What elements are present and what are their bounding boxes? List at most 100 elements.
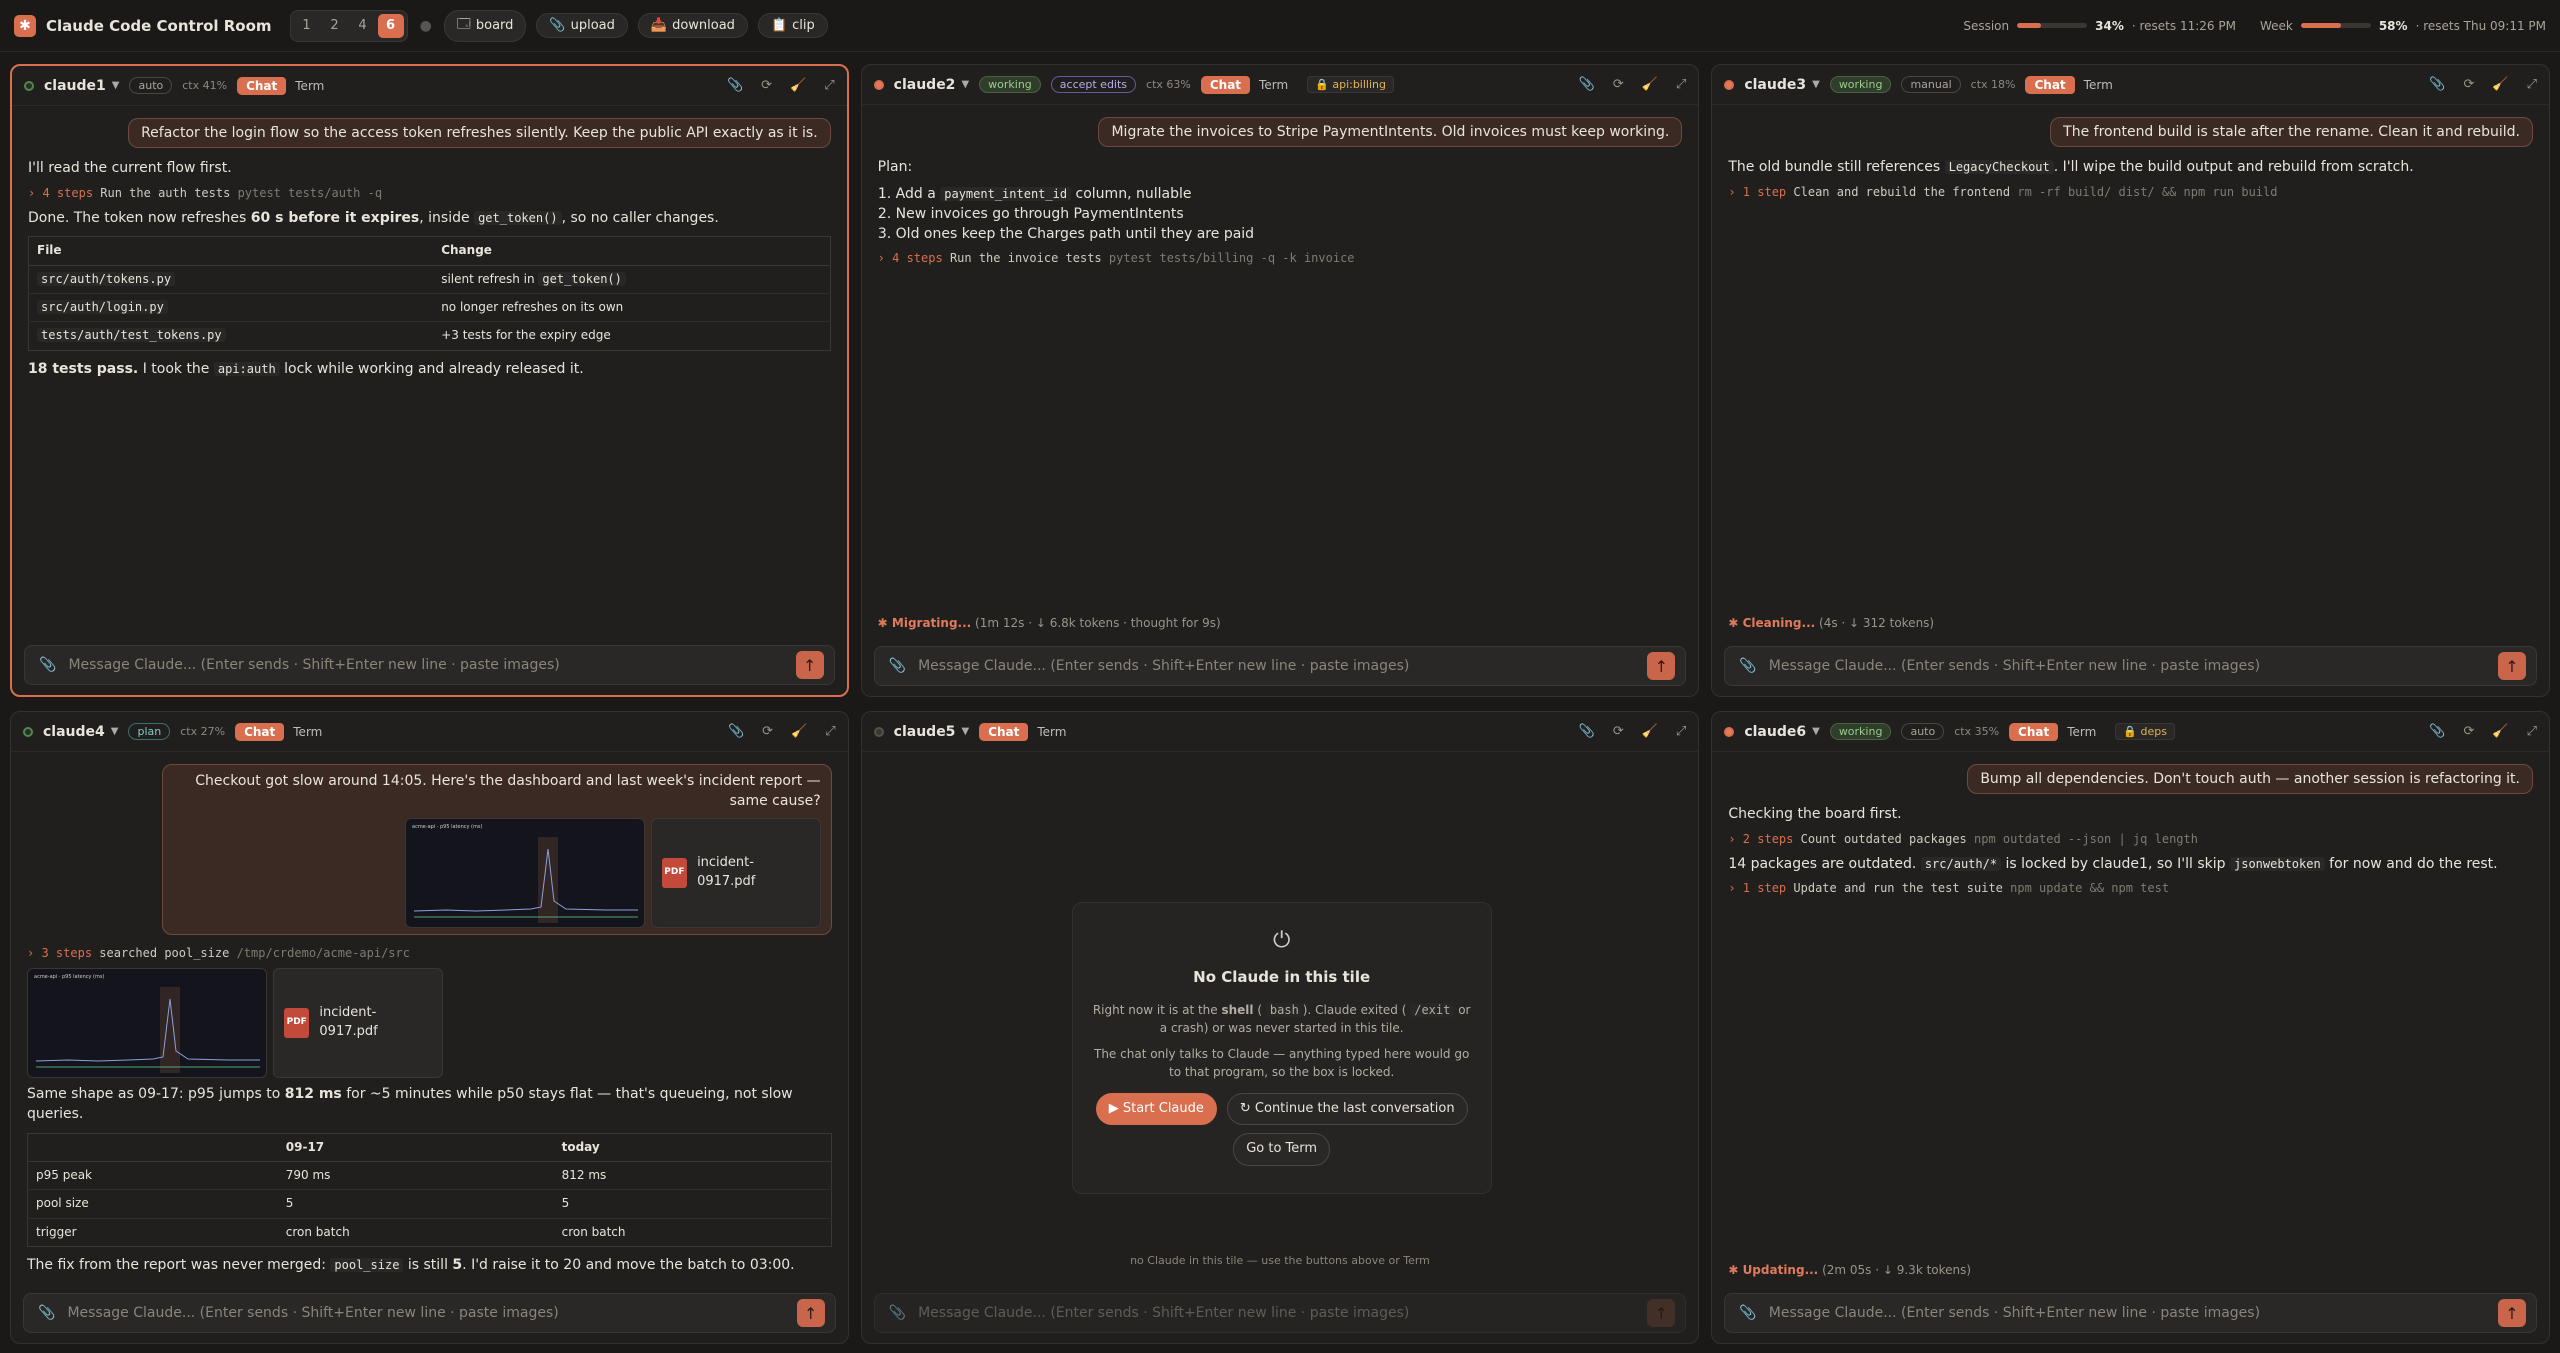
- assistant-text: 14 packages are outdated. src/auth/* is …: [1728, 855, 2498, 872]
- steps-toggle[interactable]: › 2 steps Count outdated packages npm ou…: [1728, 831, 2533, 848]
- paperclip-icon[interactable]: 📎: [727, 78, 743, 93]
- mode-badge[interactable]: auto: [129, 77, 173, 94]
- broom-icon[interactable]: 🧹: [791, 724, 807, 739]
- tab-chat[interactable]: Chat: [237, 76, 287, 95]
- refresh-icon[interactable]: ⟳: [1613, 724, 1624, 739]
- tab-term[interactable]: Term: [2075, 76, 2122, 94]
- download-button[interactable]: 📥 download: [637, 13, 748, 38]
- tab-term[interactable]: Term: [2058, 723, 2105, 741]
- refresh-icon[interactable]: ⟳: [1613, 77, 1624, 92]
- paperclip-icon[interactable]: 📎: [2429, 77, 2445, 92]
- paperclip-icon[interactable]: 📎: [1579, 77, 1595, 92]
- svg-text:acme-api · p95 latency (ms): acme-api · p95 latency (ms): [34, 974, 104, 980]
- message-input[interactable]: 📎 Message Claude... (Enter sends · Shift+…: [1724, 646, 2537, 686]
- pdf-attachment[interactable]: PDF incident-0917.pdf: [273, 967, 443, 1078]
- user-message: Bump all dependencies. Don't touch auth …: [1967, 764, 2533, 795]
- tile-claude6[interactable]: claude6 ▼ working auto ctx 35% Chat Term 🔒…: [1711, 711, 2550, 1344]
- steps-toggle[interactable]: › 3 steps searched pool_size /tmp/crdemo…: [27, 945, 832, 962]
- tab-chat[interactable]: Chat: [2025, 75, 2075, 94]
- chevron-down-icon[interactable]: ▼: [1812, 79, 1820, 90]
- paperclip-icon[interactable]: 📎: [38, 1305, 55, 1321]
- session-name[interactable]: claude1: [44, 78, 106, 94]
- chevron-down-icon[interactable]: ▼: [1812, 726, 1820, 737]
- message-input[interactable]: 📎 Message Claude... (Enter sends · Shift+…: [1724, 1293, 2537, 1333]
- tab-term[interactable]: Term: [1250, 76, 1297, 94]
- layout-2-button[interactable]: 2: [322, 14, 348, 38]
- tile-claude3[interactable]: claude3 ▼ working manual ctx 18% Chat Term…: [1711, 64, 2550, 697]
- session-name[interactable]: claude3: [1744, 77, 1806, 93]
- expand-icon[interactable]: ⤢: [2527, 77, 2537, 92]
- mode-badge[interactable]: auto: [1901, 723, 1945, 740]
- tab-chat[interactable]: Chat: [979, 722, 1029, 741]
- paperclip-icon[interactable]: 📎: [1739, 658, 1756, 674]
- clip-button[interactable]: 📋 clip: [757, 13, 828, 38]
- expand-icon[interactable]: ⤢: [1676, 77, 1686, 92]
- steps-toggle[interactable]: › 1 step Update and run the test suite n…: [1728, 880, 2533, 897]
- refresh-icon[interactable]: ⟳: [2464, 724, 2475, 739]
- mode-badge[interactable]: accept edits: [1050, 76, 1137, 93]
- chevron-down-icon[interactable]: ▼: [111, 726, 119, 737]
- send-button[interactable]: ↑: [796, 1299, 825, 1327]
- session-name[interactable]: claude5: [894, 724, 956, 740]
- message-input[interactable]: 📎 Message Claude... (Enter sends · Shift+…: [23, 1293, 836, 1333]
- start-claude-button[interactable]: ▶ Start Claude: [1095, 1092, 1217, 1126]
- layout-6-button[interactable]: 6: [377, 13, 404, 38]
- send-button[interactable]: ↑: [2498, 1299, 2526, 1327]
- refresh-icon[interactable]: ⟳: [762, 724, 773, 739]
- tile-claude1[interactable]: claude1 ▼ auto ctx 41% Chat Term 📎 ⟳ 🧹 ⤢ Refa…: [10, 64, 849, 697]
- paperclip-icon[interactable]: 📎: [1739, 1305, 1756, 1321]
- refresh-icon[interactable]: ⟳: [761, 78, 772, 93]
- expand-icon[interactable]: ⤢: [824, 78, 834, 93]
- tab-chat[interactable]: Chat: [2009, 722, 2059, 741]
- pdf-attachment[interactable]: PDF incident-0917.pdf: [650, 817, 821, 928]
- message-input[interactable]: 📎 Message Claude... (Enter sends · Shift+…: [24, 645, 835, 685]
- board-button[interactable]: 🗔 board: [443, 9, 527, 42]
- broom-icon[interactable]: 🧹: [2492, 724, 2508, 739]
- tile-claude5[interactable]: claude5 ▼ Chat Term 📎 ⟳ 🧹 ⤢ ⏻ No Claude in th…: [860, 711, 1700, 1344]
- layout-4-button[interactable]: 4: [350, 14, 376, 38]
- send-button[interactable]: ↑: [2498, 652, 2526, 680]
- broom-icon[interactable]: 🧹: [790, 78, 806, 93]
- chevron-down-icon[interactable]: ▼: [961, 726, 969, 737]
- mode-badge[interactable]: plan: [128, 723, 171, 740]
- expand-icon[interactable]: ⤢: [2527, 724, 2537, 739]
- send-button[interactable]: ↑: [1647, 652, 1676, 680]
- tile-claude2[interactable]: claude2 ▼ working accept edits ctx 63% Ch…: [860, 64, 1700, 697]
- dashboard-thumbnail[interactable]: acme-api · p95 latency (ms): [404, 817, 645, 928]
- tab-chat[interactable]: Chat: [235, 722, 285, 741]
- paperclip-icon[interactable]: 📎: [889, 658, 906, 674]
- steps-toggle[interactable]: › 1 step Clean and rebuild the frontend …: [1728, 184, 2533, 201]
- continue-conversation-button[interactable]: ↻ Continue the last conversation: [1226, 1092, 1468, 1126]
- paperclip-icon[interactable]: 📎: [2429, 724, 2445, 739]
- go-to-term-button[interactable]: Go to Term: [1233, 1133, 1331, 1167]
- tab-chat[interactable]: Chat: [1200, 75, 1251, 94]
- layout-1-button[interactable]: 1: [294, 14, 320, 38]
- broom-icon[interactable]: 🧹: [1642, 724, 1658, 739]
- paperclip-icon[interactable]: 📎: [1579, 724, 1595, 739]
- panel-title: No Claude in this tile: [1193, 967, 1371, 986]
- send-button[interactable]: ↑: [795, 651, 824, 679]
- session-name[interactable]: claude2: [894, 77, 956, 93]
- upload-button[interactable]: 📎 upload: [536, 13, 628, 38]
- message-input[interactable]: 📎 Message Claude... (Enter sends · Shift+…: [873, 646, 1687, 686]
- tab-term[interactable]: Term: [1028, 723, 1075, 741]
- tab-term[interactable]: Term: [286, 77, 333, 95]
- expand-icon[interactable]: ⤢: [825, 724, 835, 739]
- working-badge: working: [1829, 76, 1892, 93]
- expand-icon[interactable]: ⤢: [1676, 724, 1686, 739]
- refresh-icon[interactable]: ⟳: [2464, 77, 2475, 92]
- steps-toggle[interactable]: › 4 steps Run the invoice tests pytest t…: [878, 250, 1683, 267]
- chevron-down-icon[interactable]: ▼: [112, 80, 120, 91]
- broom-icon[interactable]: 🧹: [2492, 77, 2508, 92]
- chevron-down-icon[interactable]: ▼: [961, 79, 969, 90]
- tab-term[interactable]: Term: [284, 723, 331, 741]
- session-name[interactable]: claude6: [1744, 724, 1806, 740]
- broom-icon[interactable]: 🧹: [1642, 77, 1658, 92]
- session-name[interactable]: claude4: [43, 724, 105, 740]
- mode-badge[interactable]: manual: [1901, 76, 1961, 93]
- dashboard-thumbnail[interactable]: acme-api · p95 latency (ms): [27, 967, 267, 1078]
- paperclip-icon[interactable]: 📎: [728, 724, 744, 739]
- paperclip-icon[interactable]: 📎: [39, 657, 56, 673]
- tile-claude4[interactable]: claude4 ▼ plan ctx 27% Chat Term 📎 ⟳ 🧹 ⤢ Chec…: [10, 711, 849, 1344]
- steps-toggle[interactable]: › 4 steps Run the auth tests pytest test…: [28, 185, 831, 202]
